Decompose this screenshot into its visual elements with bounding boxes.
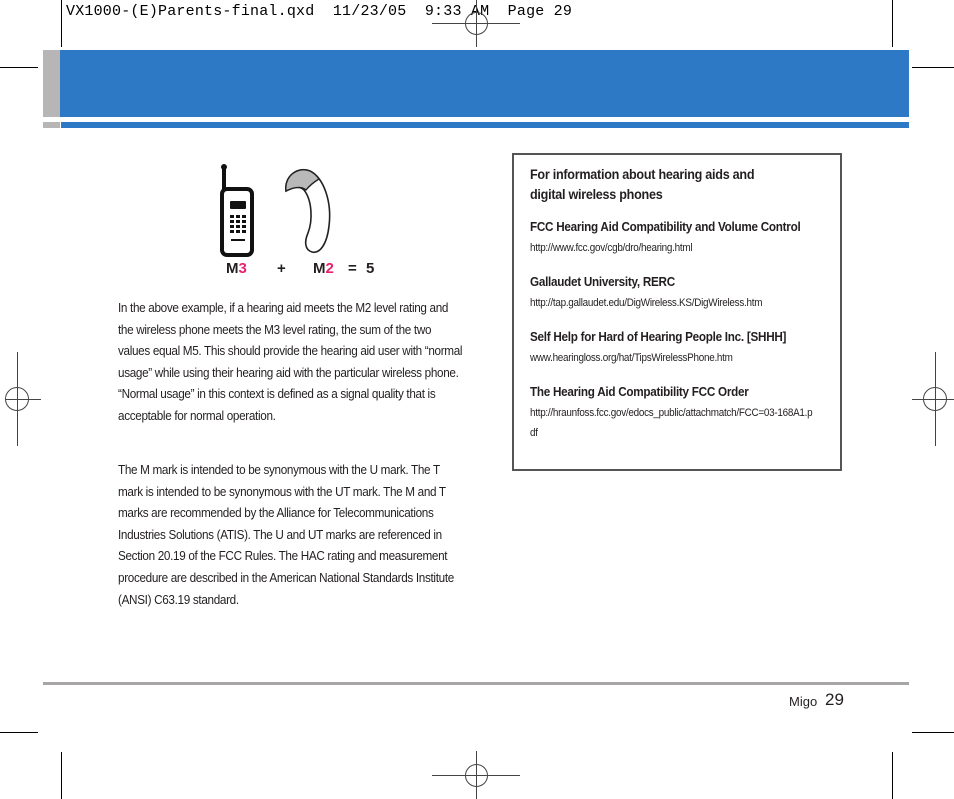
footer-product-name: Migo	[789, 694, 818, 709]
crop-mark-bottom-left-vertical	[61, 752, 62, 799]
header-band-gray-tab	[43, 50, 60, 117]
resource-entry: Gallaudet University, RERC http://tap.ga…	[530, 274, 836, 313]
crop-mark-bottom-left-horizontal	[0, 732, 38, 733]
resource-name: Self Help for Hard of Hearing People Inc…	[530, 329, 787, 344]
resource-url[interactable]: www.hearingloss.org/hat/TipsWirelessPhon…	[530, 348, 836, 368]
header-band	[60, 50, 909, 117]
resource-entry: FCC Hearing Aid Compatibility and Volume…	[530, 219, 836, 258]
crop-mark-top-left-horizontal	[0, 67, 38, 68]
hearing-aid-icon	[285, 169, 331, 253]
resource-name: The Hearing Aid Compatibility FCC Order	[530, 384, 749, 399]
rating-sum: 5	[366, 260, 375, 277]
body-paragraph-example: In the above example, if a hearing aid m…	[118, 301, 463, 423]
plus-sign: +	[277, 260, 286, 277]
resource-entry: The Hearing Aid Compatibility FCC Order …	[530, 384, 836, 443]
phone-rating: M3	[226, 260, 247, 277]
info-box-title: For information about hearing aids and d…	[530, 166, 755, 202]
crop-mark-top-left-vertical	[61, 0, 62, 47]
page-number: 29	[825, 690, 844, 709]
crop-mark-bottom-right-vertical	[892, 752, 893, 799]
crop-mark-bottom-right-horizontal	[912, 732, 954, 733]
hac-rating-figure: M3 + M2 = 5	[215, 158, 385, 283]
crop-mark-top-right-horizontal	[912, 67, 954, 68]
resource-url[interactable]: http://hraunfoss.fcc.gov/edocs_public/at…	[530, 403, 814, 443]
hearing-aid-rating: M2	[313, 260, 334, 277]
header-strip-gray	[43, 122, 60, 128]
resource-entry: Self Help for Hard of Hearing People Inc…	[530, 329, 836, 368]
resource-name: Gallaudet University, RERC	[530, 274, 675, 289]
crop-mark-top-right-vertical	[892, 0, 893, 47]
resource-name: FCC Hearing Aid Compatibility and Volume…	[530, 219, 801, 234]
footer-rule	[43, 682, 909, 685]
print-slug-line: VX1000-(E)Parents-final.qxd 11/23/05 9:3…	[66, 3, 573, 20]
equals-sign: =	[348, 260, 357, 277]
body-paragraph-marks: The M mark is intended to be synonymous …	[118, 463, 454, 607]
resource-url[interactable]: http://www.fcc.gov/cgb/dro/hearing.html	[530, 238, 836, 258]
header-strip-blue	[61, 122, 909, 128]
hearing-aid-info-box: For information about hearing aids and d…	[512, 153, 842, 471]
resource-url[interactable]: http://tap.gallaudet.edu/DigWireless.KS/…	[530, 293, 836, 313]
